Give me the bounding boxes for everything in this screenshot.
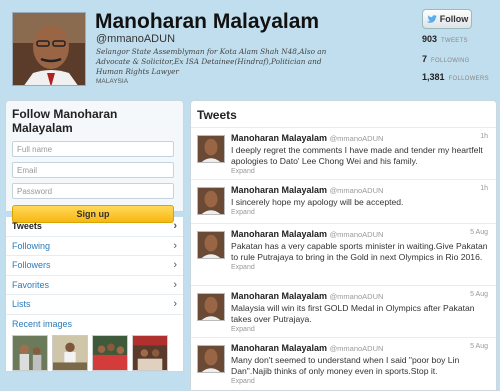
recent-image-thumb[interactable]: [132, 334, 168, 371]
followers-count: 1,381: [422, 72, 445, 82]
following-count: 7: [422, 54, 428, 64]
profile-nav: Tweets › Following › Followers › Favorit…: [5, 217, 184, 372]
tweets-title: Tweets: [191, 101, 496, 128]
tweets-panel: Tweets Manoharan Malayalam @mmanoADUN 1h…: [190, 100, 497, 391]
tweet-expand-link[interactable]: Expand: [231, 326, 490, 333]
left-column: Follow Manoharan Malayalam Sign up Tweet…: [5, 100, 184, 391]
stat-followers[interactable]: 1,381 FOLLOWERS: [422, 72, 489, 82]
tweet-author-name[interactable]: Manoharan Malayalam: [231, 343, 327, 353]
profile-name: Manoharan Malayalam: [95, 10, 320, 33]
chevron-right-icon: ›: [173, 259, 177, 272]
tweet-text: Pakatan has a very capable sports minist…: [231, 241, 488, 262]
tweet-author-handle: @mmanoADUN: [329, 292, 384, 301]
tweet-author-name[interactable]: Manoharan Malayalam: [231, 229, 327, 239]
signup-title: Follow Manoharan Malayalam: [12, 107, 118, 135]
tweet-author-handle: @mmanoADUN: [329, 230, 384, 239]
tweet-expand-link[interactable]: Expand: [231, 264, 490, 271]
email-field[interactable]: [12, 162, 174, 178]
tweet-text: I sincerely hope my apology will be acce…: [231, 197, 404, 207]
nav-item-favorites[interactable]: Favorites ›: [6, 276, 183, 295]
tweet-text: Malaysia will win its first GOLD Medal i…: [231, 303, 475, 324]
tweet-expand-link[interactable]: Expand: [231, 378, 490, 385]
chevron-right-icon: ›: [173, 220, 177, 233]
chevron-right-icon: ›: [173, 278, 177, 291]
profile-bio: Selangor State Assemblyman for Kota Alam…: [96, 47, 327, 76]
tweet-timestamp[interactable]: 5 Aug: [470, 291, 488, 298]
recent-images-link[interactable]: Recent images: [12, 319, 177, 329]
tweet-avatar[interactable]: [197, 187, 225, 215]
fullname-field[interactable]: [12, 141, 174, 157]
tweet-avatar[interactable]: [197, 135, 225, 163]
tweet-author-name[interactable]: Manoharan Malayalam: [231, 291, 327, 301]
tweet-item[interactable]: Manoharan Malayalam @mmanoADUN 1h I sinc…: [191, 180, 496, 224]
recent-images-grid: [12, 334, 177, 371]
tweet-item[interactable]: Manoharan Malayalam @mmanoADUN 5 Aug Mal…: [191, 286, 496, 338]
tweet-expand-link[interactable]: Expand: [231, 209, 490, 216]
tweet-header: Manoharan Malayalam @mmanoADUN: [231, 229, 490, 240]
nav-item-label: Followers: [12, 260, 51, 271]
tweet-item[interactable]: Manoharan Malayalam @mmanoADUN 1h I deep…: [191, 128, 496, 180]
tweet-header: Manoharan Malayalam @mmanoADUN: [231, 343, 490, 354]
tweet-timestamp[interactable]: 1h: [480, 133, 488, 140]
recent-image-thumb[interactable]: [52, 334, 88, 371]
tweet-text: Many don't seemed to understand when I s…: [231, 355, 460, 376]
tweet-avatar[interactable]: [197, 293, 225, 321]
tweet-header: Manoharan Malayalam @mmanoADUN: [231, 291, 490, 302]
nav-item-following[interactable]: Following ›: [6, 237, 183, 256]
tweet-header: Manoharan Malayalam @mmanoADUN: [231, 133, 490, 144]
profile-location: MALAYSIA: [96, 78, 129, 85]
tweets-count-label: TWEETS: [441, 38, 468, 44]
tweet-avatar[interactable]: [197, 231, 225, 259]
nav-item-lists[interactable]: Lists ›: [6, 295, 183, 315]
tweet-avatar[interactable]: [197, 345, 225, 373]
chevron-right-icon: ›: [173, 239, 177, 252]
profile-handle: @mmanoADUN: [96, 33, 176, 45]
tweet-item[interactable]: Manoharan Malayalam @mmanoADUN 5 Aug Pak…: [191, 224, 496, 286]
nav-item-followers[interactable]: Followers ›: [6, 256, 183, 276]
signup-box: Follow Manoharan Malayalam Sign up: [5, 100, 184, 223]
stat-following[interactable]: 7 FOLLOWING: [422, 54, 470, 64]
nav-item-label: Following: [12, 240, 51, 251]
recent-images-section: Recent images: [6, 315, 183, 371]
recent-image-thumb[interactable]: [12, 334, 48, 371]
tweets-count: 903: [422, 34, 438, 44]
tweet-timestamp[interactable]: 1h: [480, 185, 488, 192]
tweet-author-handle: @mmanoADUN: [329, 344, 384, 353]
tweet-author-name[interactable]: Manoharan Malayalam: [231, 185, 327, 195]
nav-item-label: Tweets: [12, 221, 42, 232]
followers-count-label: FOLLOWERS: [448, 76, 489, 82]
twitter-bird-icon: [426, 14, 437, 23]
nav-item-label: Lists: [12, 299, 31, 310]
profile-header: Manoharan Malayalam @mmanoADUN Selangor …: [0, 0, 500, 95]
tweet-text: I deeply regret the comments I have made…: [231, 145, 483, 166]
following-count-label: FOLLOWING: [431, 58, 470, 64]
tweet-expand-link[interactable]: Expand: [231, 168, 490, 175]
tweet-header: Manoharan Malayalam @mmanoADUN: [231, 185, 490, 196]
tweet-timestamp[interactable]: 5 Aug: [470, 343, 488, 350]
recent-image-thumb[interactable]: [92, 334, 128, 371]
tweet-author-handle: @mmanoADUN: [329, 186, 384, 195]
tweet-author-handle: @mmanoADUN: [329, 134, 384, 143]
profile-avatar[interactable]: [12, 12, 86, 86]
stat-tweets[interactable]: 903 TWEETS: [422, 34, 468, 44]
tweet-timestamp[interactable]: 5 Aug: [470, 229, 488, 236]
password-field[interactable]: [12, 183, 174, 199]
chevron-right-icon: ›: [173, 298, 177, 311]
nav-item-label: Favorites: [12, 279, 50, 290]
follow-button[interactable]: Follow: [422, 9, 472, 29]
tweet-author-name[interactable]: Manoharan Malayalam: [231, 133, 327, 143]
tweet-item[interactable]: Manoharan Malayalam @mmanoADUN 5 Aug Man…: [191, 338, 496, 390]
follow-button-label: Follow: [439, 14, 469, 24]
